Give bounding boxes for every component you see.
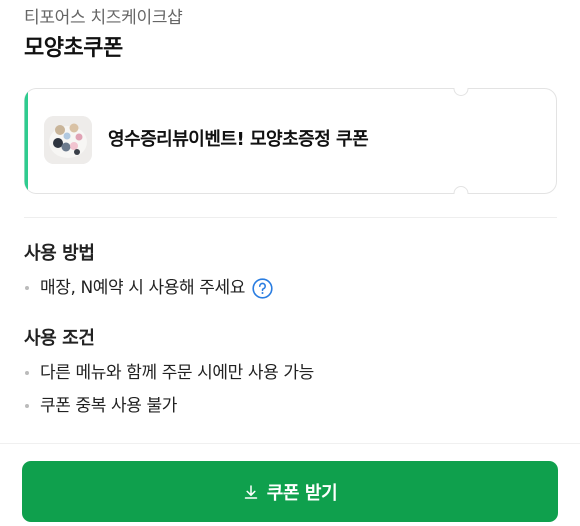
bullet-dot <box>25 371 29 375</box>
question-circle-icon[interactable] <box>252 277 273 299</box>
usage-method-heading: 사용 방법 <box>24 243 95 264</box>
coupon-product-image <box>44 116 92 164</box>
usage-method-item: 매장, N예약 시 사용해 주세요 <box>24 276 273 300</box>
usage-condition-text: 다른 메뉴와 함께 주문 시에만 사용 가능 <box>40 363 314 383</box>
page-title: 모양초쿠폰 <box>24 36 123 61</box>
coupon-card: 영수증리뷰이벤트! 모양초증정 쿠폰 <box>24 88 557 194</box>
usage-method-text: 매장, N예약 시 사용해 주세요 <box>40 278 245 298</box>
store-name: 티포어스 치즈케이크샵 <box>24 8 183 28</box>
bullet-dot <box>25 404 29 408</box>
usage-condition-item: 다른 메뉴와 함께 주문 시에만 사용 가능 <box>24 361 314 385</box>
coupon-name: 영수증리뷰이벤트! 모양초증정 쿠폰 <box>108 129 369 150</box>
usage-condition-item: 쿠폰 중복 사용 불가 <box>24 394 177 418</box>
get-coupon-button[interactable]: 쿠폰 받기 <box>22 461 558 522</box>
bullet-dot <box>25 286 29 290</box>
usage-condition-text: 쿠폰 중복 사용 불가 <box>40 396 177 416</box>
download-icon <box>244 484 257 499</box>
usage-conditions-heading: 사용 조건 <box>24 328 95 349</box>
get-coupon-label: 쿠폰 받기 <box>266 482 338 504</box>
section-divider <box>24 217 557 218</box>
